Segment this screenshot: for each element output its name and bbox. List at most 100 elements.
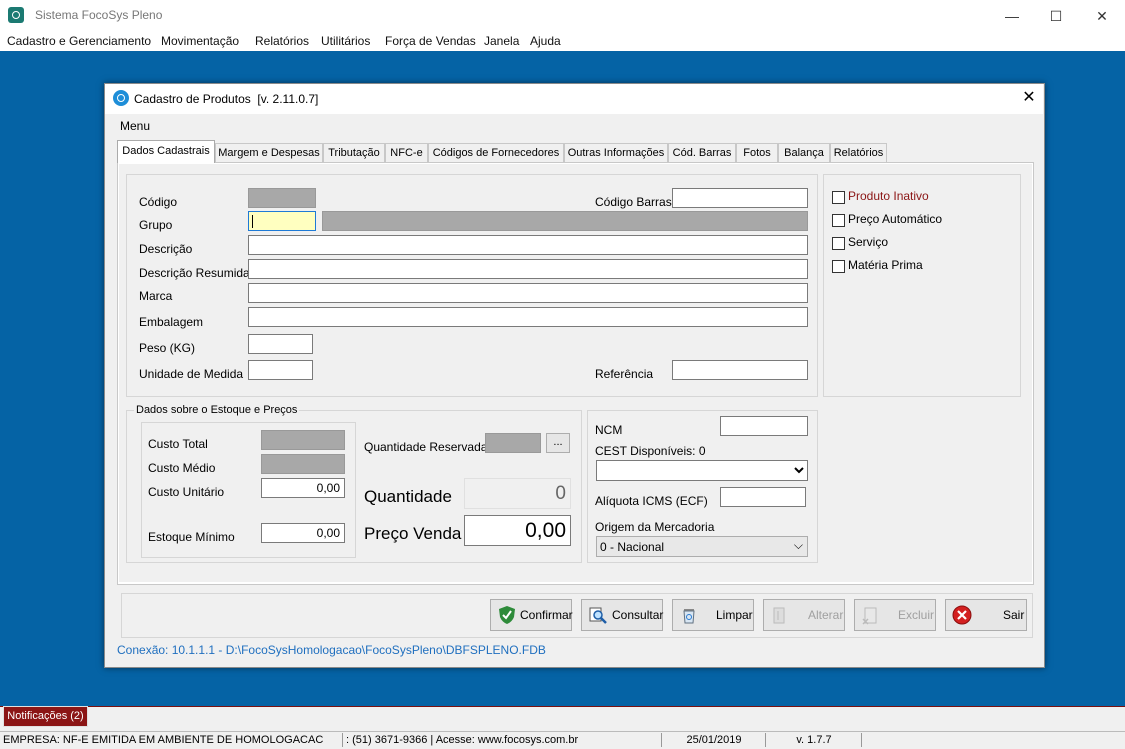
excluir-label: Excluir — [898, 608, 935, 622]
consultar-label: Consultar — [612, 608, 664, 622]
menu-relatorios[interactable]: Relatórios — [255, 34, 309, 48]
minimize-button[interactable]: — — [989, 4, 1035, 28]
produto-inativo-label: Produto Inativo — [848, 189, 929, 203]
estoque-minimo-field[interactable]: 0,00 — [261, 523, 345, 543]
status-date: 25/01/2019 — [663, 733, 766, 747]
origem-mercadoria-label: Origem da Mercadoria — [595, 520, 715, 534]
confirmar-button[interactable]: Confirmar — [490, 599, 573, 631]
origem-mercadoria-value: 0 - Nacional — [600, 540, 665, 554]
alterar-button[interactable]: Alterar — [763, 599, 845, 631]
grupo-name-field — [322, 211, 808, 231]
descricao-resumida-label: Descrição Resumida — [139, 266, 250, 280]
preco-venda-field[interactable]: 0,00 — [464, 515, 571, 546]
dialog-close-button[interactable]: ✕ — [1018, 88, 1040, 108]
quantidade-reservada-ellipsis-button[interactable]: ... — [546, 433, 570, 453]
custo-total-label: Custo Total — [148, 437, 208, 451]
descricao-resumida-field[interactable] — [248, 259, 808, 279]
confirmar-label: Confirmar — [520, 608, 573, 622]
marca-label: Marca — [139, 289, 173, 303]
flags-group — [823, 174, 1021, 397]
marca-field[interactable] — [248, 283, 808, 303]
text-cursor — [252, 215, 253, 228]
referencia-label: Referência — [595, 367, 654, 381]
sair-label: Sair — [1003, 608, 1025, 622]
dialog-title-text: Cadastro de Produtos — [134, 92, 251, 106]
tab-outras-informacoes[interactable]: Outras Informações — [564, 143, 668, 162]
maximize-button[interactable]: ☐ — [1033, 4, 1079, 28]
preco-venda-label: Preço Venda — [364, 524, 462, 543]
codigo-barras-label: Código Barras — [595, 195, 672, 209]
menu-forca-vendas[interactable]: Força de Vendas — [385, 34, 476, 48]
tab-margem-despesas[interactable]: Margem e Despesas — [215, 143, 323, 162]
menu-utilitarios[interactable]: Utilitários — [321, 34, 370, 48]
notifications-button[interactable]: Notificações (2) — [3, 706, 88, 727]
limpar-label: Limpar — [716, 608, 753, 622]
tab-balanca[interactable]: Balança — [778, 143, 830, 162]
codigo-label: Código — [139, 195, 178, 209]
cest-dropdown[interactable] — [596, 460, 808, 481]
embalagem-label: Embalagem — [139, 315, 204, 329]
app-title: Sistema FocoSys Pleno — [35, 8, 163, 22]
tab-tributacao[interactable]: Tributação — [323, 143, 385, 162]
tab-cod-barras[interactable]: Cód. Barras — [668, 143, 736, 162]
descricao-field[interactable] — [248, 235, 808, 255]
codigo-field — [248, 188, 316, 208]
cest-label: CEST Disponíveis: 0 — [595, 444, 706, 458]
alterar-label: Alterar — [808, 608, 844, 622]
materia-prima-checkbox[interactable] — [832, 260, 845, 273]
peso-field[interactable] — [248, 334, 313, 354]
dialog-title: Cadastro de Produtos [v. 2.11.0.7] — [134, 92, 318, 106]
produto-inativo-checkbox[interactable] — [832, 191, 845, 204]
app-logo-icon — [8, 7, 24, 23]
dialog-version: [v. 2.11.0.7] — [257, 92, 319, 106]
sair-button[interactable]: Sair — [945, 599, 1027, 631]
menu-cadastro[interactable]: Cadastro e Gerenciamento — [7, 34, 151, 48]
tab-nfce[interactable]: NFC-e — [385, 143, 428, 162]
close-circle-icon — [952, 605, 972, 625]
origem-mercadoria-dropdown[interactable]: 0 - Nacional ⌵ — [596, 536, 808, 557]
aliquota-icms-field[interactable] — [720, 487, 806, 507]
aliquota-icms-label: Alíquota ICMS (ECF) — [595, 494, 708, 508]
search-icon — [589, 607, 607, 624]
tab-dados-cadastrais[interactable]: Dados Cadastrais — [117, 140, 215, 163]
ncm-field[interactable] — [720, 416, 808, 436]
menu-ajuda[interactable]: Ajuda — [530, 34, 561, 48]
status-version: v. 1.7.7 — [767, 733, 862, 747]
embalagem-field[interactable] — [248, 307, 808, 327]
close-button[interactable]: ✕ — [1079, 4, 1125, 28]
status-contact: : (51) 3671-9366 | Acesse: www.focosys.c… — [343, 733, 662, 747]
menu-movimentacao[interactable]: Movimentação — [161, 34, 239, 48]
estoque-precos-title: Dados sobre o Estoque e Preços — [134, 404, 300, 416]
tab-codigos-fornecedores[interactable]: Códigos de Fornecedores — [428, 143, 564, 162]
custo-medio-field — [261, 454, 345, 474]
dialog-app-icon — [113, 90, 129, 106]
app-titlebar — [0, 0, 1125, 31]
edit-icon — [773, 607, 785, 624]
chevron-down-icon: ⌵ — [793, 538, 803, 552]
preco-automatico-checkbox[interactable] — [832, 214, 845, 227]
descricao-label: Descrição — [139, 242, 193, 256]
menu-janela[interactable]: Janela — [484, 34, 519, 48]
delete-icon — [862, 607, 877, 625]
consultar-button[interactable]: Consultar — [581, 599, 663, 631]
materia-prima-label: Matéria Prima — [848, 258, 923, 272]
limpar-button[interactable]: Limpar — [672, 599, 754, 631]
ncm-label: NCM — [595, 423, 623, 437]
custo-total-field — [261, 430, 345, 450]
quantidade-label: Quantidade — [364, 487, 452, 506]
referencia-field[interactable] — [672, 360, 808, 380]
custo-unitario-field[interactable]: 0,00 — [261, 478, 345, 498]
tab-relatorios[interactable]: Relatórios — [830, 143, 887, 162]
quantidade-reservada-label: Quantidade Reservada — [364, 440, 488, 454]
tab-fotos[interactable]: Fotos — [736, 143, 778, 162]
dialog-menu[interactable]: Menu — [120, 119, 150, 133]
quantidade-field: 0 — [464, 478, 571, 509]
shield-check-icon — [499, 606, 515, 624]
codigo-barras-field[interactable] — [672, 188, 808, 208]
servico-checkbox[interactable] — [832, 237, 845, 250]
grupo-code-field[interactable] — [248, 211, 316, 231]
unidade-medida-field[interactable] — [248, 360, 313, 380]
connection-info: Conexão: 10.1.1.1 - D:\FocoSysHomologaca… — [117, 643, 546, 657]
status-empresa: EMPRESA: NF-E EMITIDA EM AMBIENTE DE HOM… — [0, 733, 343, 747]
excluir-button[interactable]: Excluir — [854, 599, 936, 631]
